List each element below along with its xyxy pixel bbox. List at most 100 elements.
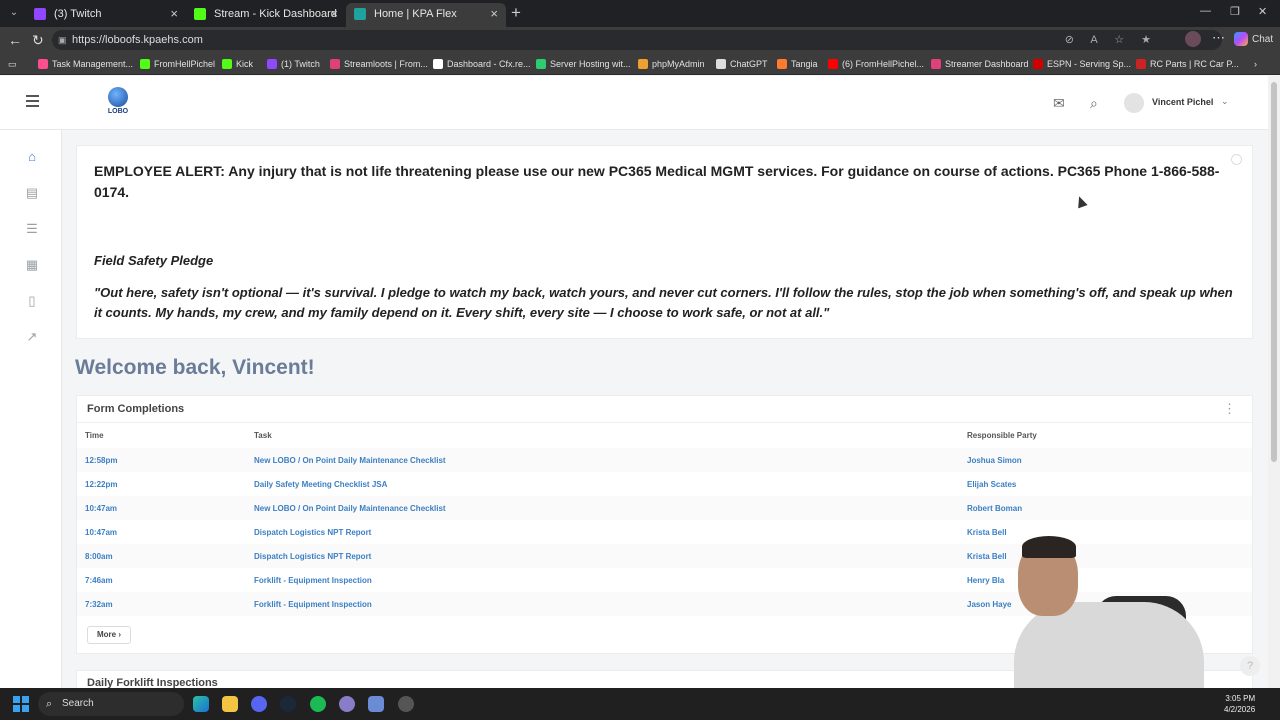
time-link[interactable]: 8:00am	[85, 552, 113, 561]
task-link[interactable]: New LOBO / On Point Daily Maintenance Ch…	[254, 456, 446, 465]
column-header-time[interactable]: Time	[85, 431, 104, 440]
spotify-icon[interactable]	[310, 696, 326, 712]
bookmark-favicon-icon	[716, 59, 726, 69]
app-icon[interactable]	[368, 696, 384, 712]
user-name[interactable]: Vincent Pichel	[1152, 97, 1213, 107]
column-header-responsible-party[interactable]: Responsible Party	[967, 431, 1037, 440]
tab-kick-dashboard[interactable]: Stream - Kick Dashboard ×	[186, 3, 346, 27]
file-explorer-icon[interactable]	[222, 696, 238, 712]
reading-list-icon[interactable]: ▭	[8, 57, 17, 71]
table-row[interactable]: 10:47am New LOBO / On Point Daily Mainte…	[77, 496, 1252, 520]
time-link[interactable]: 12:22pm	[85, 480, 117, 489]
close-icon[interactable]: ×	[170, 3, 178, 25]
time-link[interactable]: 10:47am	[85, 504, 117, 513]
bookmark[interactable]: Streamer Dashboard	[931, 57, 1029, 71]
tab-kpa-flex[interactable]: Home | KPA Flex ×	[346, 3, 506, 27]
back-arrow-icon[interactable]: ←	[8, 31, 22, 49]
windows-start-icon[interactable]	[13, 696, 29, 712]
tab-twitch[interactable]: (3) Twitch ×	[26, 3, 186, 27]
time-link[interactable]: 10:47am	[85, 528, 117, 537]
clipboard-icon[interactable]: ▤	[24, 185, 40, 201]
table-row[interactable]: 12:58pm New LOBO / On Point Daily Mainte…	[77, 448, 1252, 472]
task-link[interactable]: Forklift - Equipment Inspection	[254, 600, 372, 609]
page-scrollbar[interactable]	[1268, 76, 1280, 688]
bookmark-label: Kick	[236, 59, 254, 69]
bookmark[interactable]: Kick	[222, 57, 253, 71]
hamburger-menu-icon[interactable]	[26, 95, 39, 107]
time-link[interactable]: 7:46am	[85, 576, 113, 585]
help-icon[interactable]: ?	[1240, 656, 1260, 676]
bookmark[interactable]: Dashboard - Cfx.re...	[433, 57, 531, 71]
scroll-thumb[interactable]	[1271, 82, 1277, 462]
task-link[interactable]: Dispatch Logistics NPT Report	[254, 552, 371, 561]
search-icon[interactable]: ⌕	[1090, 95, 1098, 112]
obs-icon[interactable]	[339, 696, 355, 712]
close-window-icon[interactable]: ✕	[1258, 5, 1267, 18]
taskbar-search[interactable]: ⌕ Search	[38, 692, 184, 716]
party-link[interactable]: Elijah Scates	[967, 480, 1016, 489]
party-link[interactable]: Joshua Simon	[967, 456, 1022, 465]
taskbar-clock[interactable]: 3:05 PM 4/2/2026	[1224, 693, 1255, 715]
user-avatar[interactable]	[1124, 93, 1144, 113]
task-link[interactable]: Forklift - Equipment Inspection	[254, 576, 372, 585]
chevron-down-icon[interactable]: ⌄	[1221, 96, 1229, 107]
chevron-right-icon[interactable]: ›	[1254, 57, 1257, 71]
profile-avatar[interactable]	[1185, 31, 1201, 47]
bookmark-label: ESPN - Serving Sp...	[1047, 59, 1132, 69]
bookmark[interactable]: phpMyAdmin	[638, 57, 705, 71]
bookmark[interactable]: FromHellPichel	[140, 57, 215, 71]
bookmark-favicon-icon	[1033, 59, 1043, 69]
bookmark[interactable]: Server Hosting wit...	[536, 57, 631, 71]
bookmark-favicon-icon	[140, 59, 150, 69]
url-input[interactable]: ▣ https://loboofs.kpaehs.com ⊘ A ☆ ★	[52, 30, 1222, 50]
person-hair	[1022, 536, 1076, 558]
bookmark[interactable]: RC Parts | RC Car P...	[1136, 57, 1239, 71]
bookmark-label: (6) FromHellPichel...	[842, 59, 925, 69]
list-icon[interactable]: ☰	[24, 221, 40, 237]
home-icon[interactable]: ⌂	[24, 149, 40, 165]
settings-icon[interactable]	[398, 696, 414, 712]
tab-actions-chevron-icon[interactable]: ⌄	[6, 5, 22, 21]
copilot-chat-button[interactable]: Chat	[1234, 31, 1273, 49]
steam-icon[interactable]	[280, 696, 296, 712]
bookmark-favicon-icon	[1136, 59, 1146, 69]
new-tab-plus-icon[interactable]: +	[511, 3, 521, 23]
bookmark[interactable]: ESPN - Serving Sp...	[1033, 57, 1131, 71]
time-link[interactable]: 12:58pm	[85, 456, 117, 465]
more-options-icon[interactable]: ⋯	[1212, 30, 1225, 46]
bookmark[interactable]: Tangia	[777, 57, 818, 71]
task-link[interactable]: Daily Safety Meeting Checklist JSA	[254, 480, 387, 489]
bookmark-label: Tangia	[791, 59, 818, 69]
site-info-icon[interactable]: ▣	[58, 30, 67, 50]
task-link[interactable]: New LOBO / On Point Daily Maintenance Ch…	[254, 504, 446, 513]
bookmark[interactable]: ChatGPT	[716, 57, 768, 71]
pledge-quote: "Out here, safety isn't optional — it's …	[94, 285, 1233, 320]
more-button[interactable]: More ›	[87, 626, 132, 644]
mail-icon[interactable]: ✉	[1053, 95, 1065, 112]
reload-icon[interactable]: ↻	[32, 31, 44, 49]
maximize-icon[interactable]: ❐	[1230, 5, 1240, 18]
grid-icon[interactable]: ▦	[24, 257, 40, 273]
table-row[interactable]: 12:22pm Daily Safety Meeting Checklist J…	[77, 472, 1252, 496]
bookmark[interactable]: (1) Twitch	[267, 57, 320, 71]
chevron-right-icon: ›	[118, 630, 122, 639]
close-icon[interactable]: ×	[490, 3, 498, 25]
bookmark[interactable]: Task Management...	[38, 57, 133, 71]
close-icon[interactable]: ×	[330, 3, 338, 25]
party-link[interactable]: Robert Boman	[967, 504, 1022, 513]
book-icon[interactable]: ▯	[24, 293, 40, 309]
discord-icon[interactable]	[251, 696, 267, 712]
edge-icon[interactable]	[193, 696, 209, 712]
trending-icon[interactable]: ↗	[24, 329, 40, 345]
kebab-menu-icon[interactable]: ⋮	[1223, 401, 1236, 417]
bookmark[interactable]: Streamloots | From...	[330, 57, 428, 71]
time-link[interactable]: 7:32am	[85, 600, 113, 609]
task-link[interactable]: Dispatch Logistics NPT Report	[254, 528, 371, 537]
lobo-logo[interactable]: LOBO	[102, 87, 134, 121]
more-label: More	[97, 630, 117, 639]
address-bar-action-icons[interactable]: ⊘ A ☆ ★	[1065, 30, 1158, 50]
minimize-icon[interactable]: —	[1200, 5, 1211, 17]
column-header-task[interactable]: Task	[254, 431, 272, 440]
bookmark[interactable]: (6) FromHellPichel...	[828, 57, 924, 71]
bookmark-favicon-icon	[222, 59, 232, 69]
